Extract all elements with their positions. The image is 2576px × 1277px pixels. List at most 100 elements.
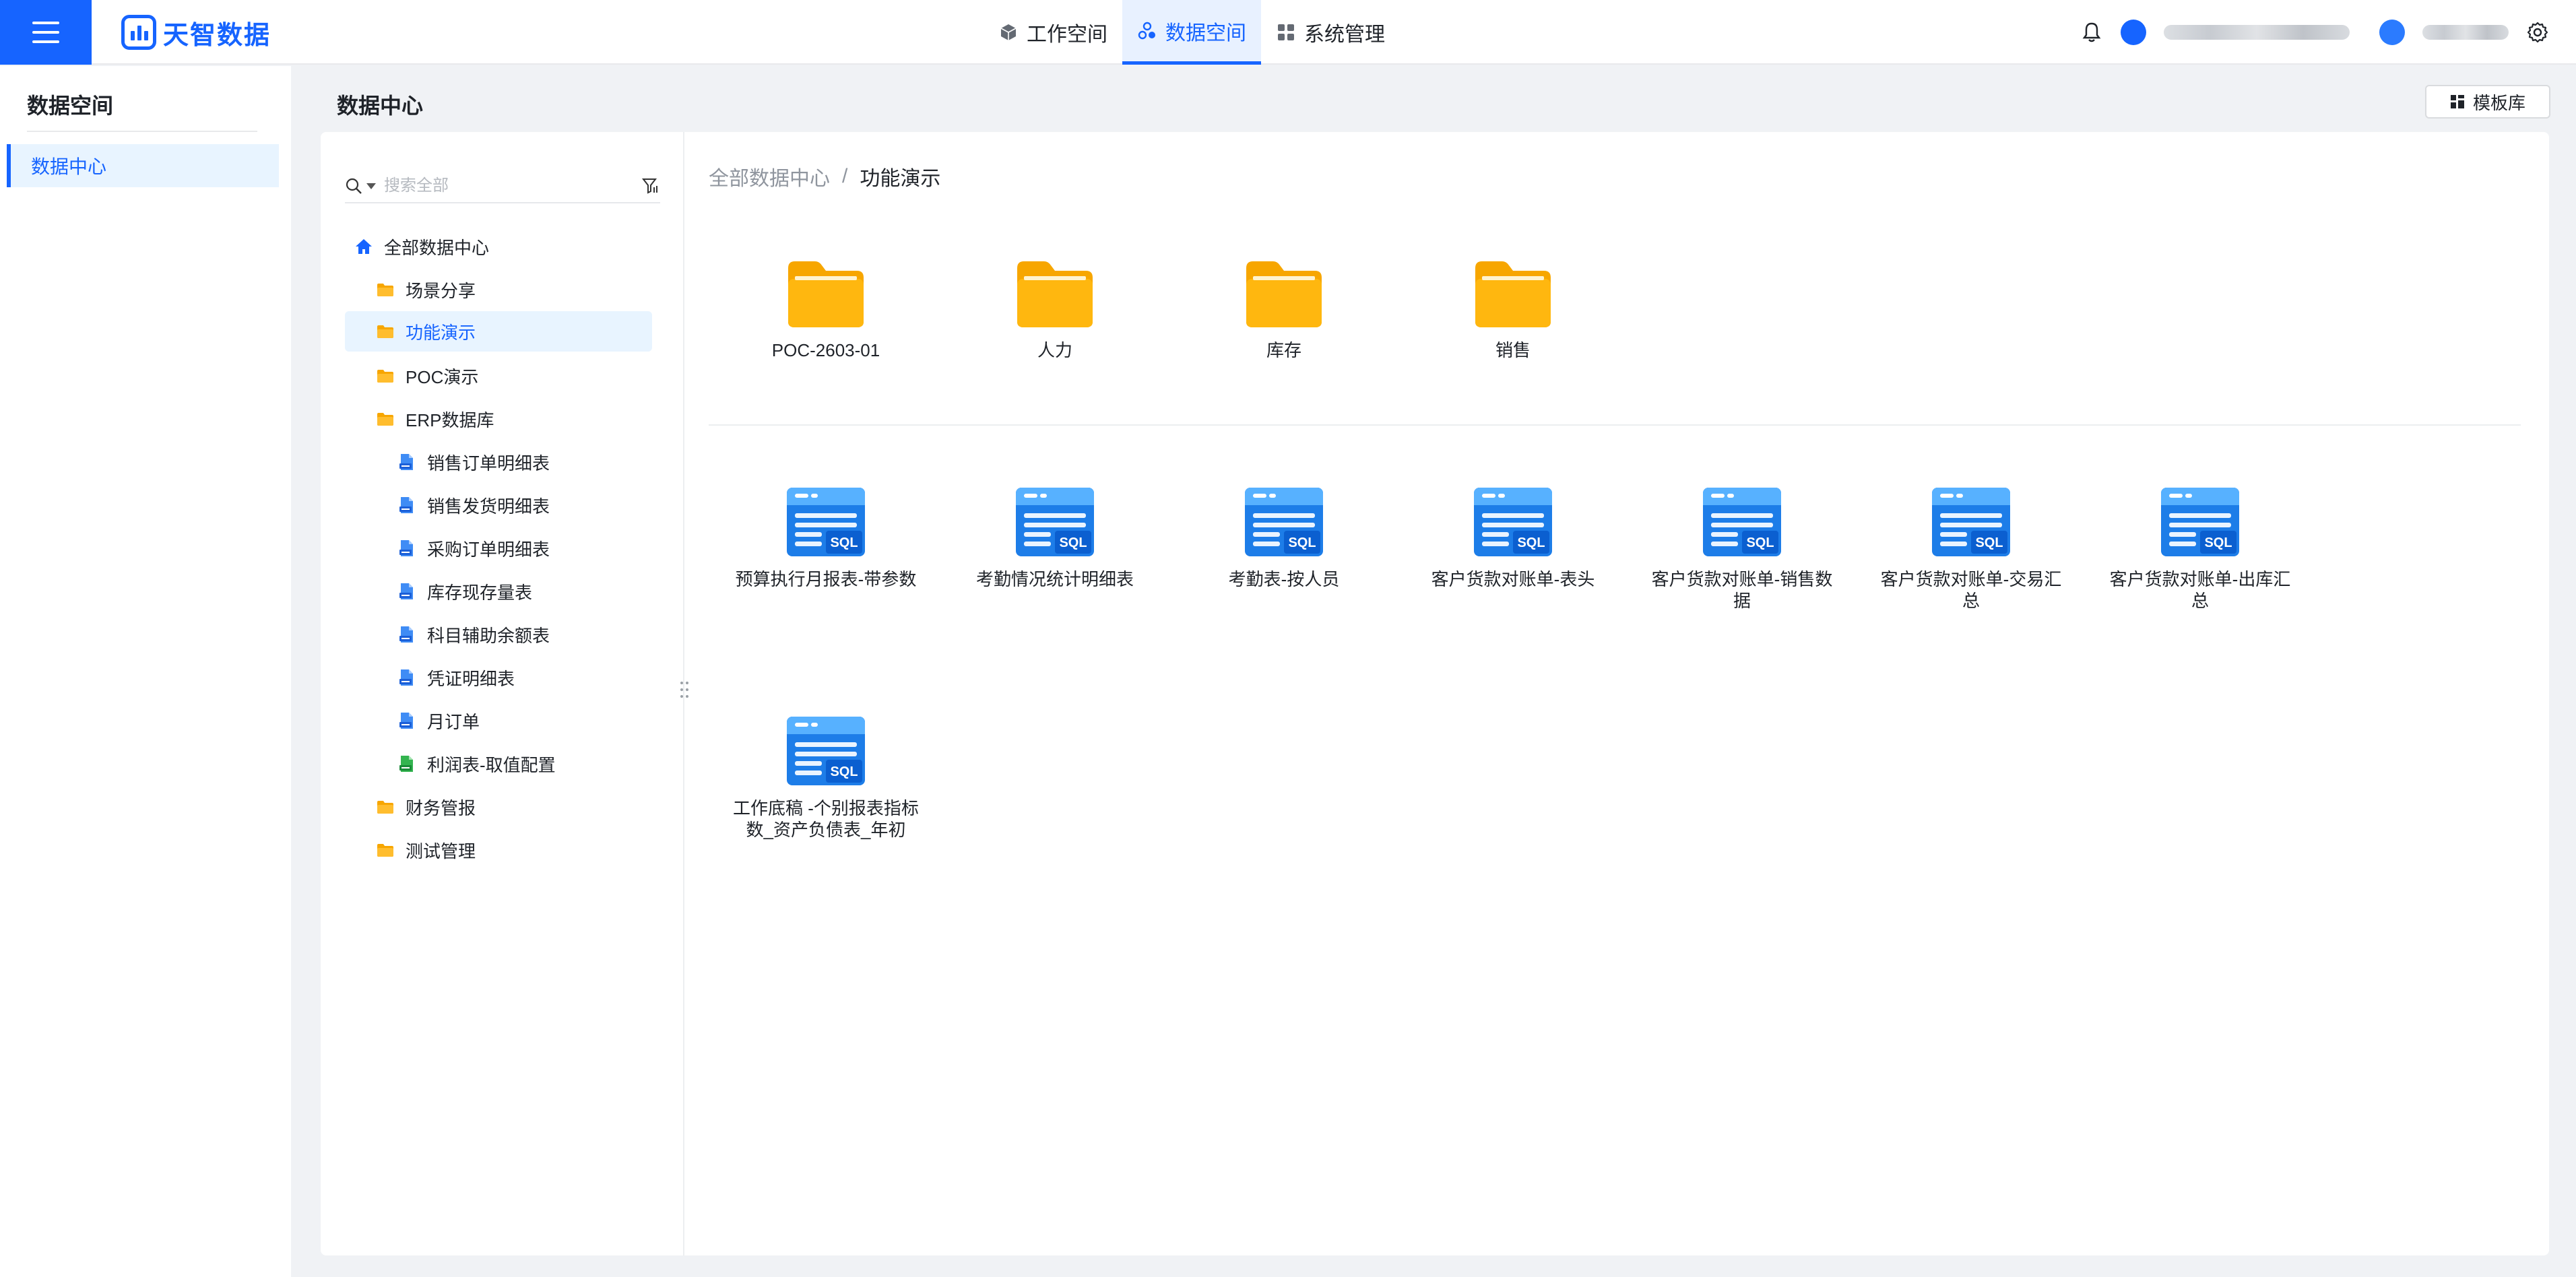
sql-dataset-icon: [1242, 485, 1326, 559]
menu-line: [32, 31, 59, 34]
folder-tile-label: 人力: [1037, 340, 1072, 360]
dataset-tile[interactable]: 客户货款对账单-出库汇总: [2099, 485, 2301, 612]
tree-dataset-item[interactable]: 销售订单明细表: [397, 442, 550, 482]
folder-tile[interactable]: POC-2603-01: [725, 256, 927, 361]
nav-tab-label: 数据空间: [1165, 22, 1246, 44]
tree-folder-erp-database[interactable]: ERP数据库: [376, 399, 494, 439]
search-icon[interactable]: [345, 177, 362, 195]
search-scope-dropdown-icon[interactable]: [366, 183, 376, 189]
sql-dataset-icon: [2158, 485, 2242, 559]
gear-icon[interactable]: [2526, 21, 2549, 44]
dataset-tile[interactable]: 考勤表-按人员: [1183, 485, 1385, 590]
nav-tab-dataspace[interactable]: 数据空间: [1122, 0, 1261, 65]
dataset-tile-label: 考勤情况统计明细表: [975, 569, 1134, 589]
hamburger-menu-button[interactable]: [0, 0, 92, 65]
nav-tab-workspace[interactable]: 工作空间: [984, 0, 1122, 65]
folder-tile-label: POC-2603-01: [771, 340, 880, 360]
tree-dataset-item[interactable]: 销售发货明细表: [397, 485, 550, 525]
tree-folder-poc-demo[interactable]: POC演示: [376, 356, 478, 396]
folder-icon: [1013, 256, 1097, 330]
dataset-tile-label: 客户货款对账单-表头: [1431, 569, 1595, 589]
folder-icon: [376, 841, 395, 859]
tree-label: 销售发货明细表: [427, 496, 550, 517]
tree-label: POC演示: [406, 366, 479, 387]
tree-label: 凭证明细表: [427, 668, 515, 689]
tree-label: 全部数据中心: [384, 237, 490, 258]
tree-search-input[interactable]: [384, 176, 633, 195]
excel-file-icon: [397, 754, 416, 773]
breadcrumb-root[interactable]: 全部数据中心: [709, 162, 830, 191]
tree-dataset-item[interactable]: 科目辅助余额表: [397, 614, 550, 655]
menu-line: [32, 40, 59, 43]
tree-dataset-item[interactable]: 月订单: [397, 700, 480, 741]
folder-tile[interactable]: 销售: [1412, 256, 1614, 361]
dataset-tile-label: 考勤表-按人员: [1228, 569, 1340, 589]
data-center-card: 全部数据中心 场景分享 功能演示 POC演示 ERP数据库 销售订单明细表 销售…: [321, 132, 2549, 1255]
tree-dataset-item[interactable]: 采购订单明细表: [397, 528, 550, 568]
tree-dataset-item[interactable]: 凭证明细表: [397, 657, 515, 698]
sidebar-item-data-center[interactable]: 数据中心: [7, 144, 279, 187]
sql-dataset-icon: [784, 485, 868, 559]
template-library-button[interactable]: 模板库: [2425, 85, 2550, 119]
tree-label: 场景分享: [406, 280, 476, 301]
sql-file-icon: [397, 582, 416, 601]
tree-dataset-item[interactable]: 库存现存量表: [397, 571, 532, 612]
dataset-tile-label: 客户货款对账单-交易汇总: [1880, 569, 2062, 611]
tree-label: 采购订单明细表: [427, 539, 550, 560]
pane-resize-handle-icon[interactable]: [678, 679, 691, 700]
dataset-tile[interactable]: 客户货款对账单-交易汇总: [1870, 485, 2072, 612]
dataset-tile[interactable]: 客户货款对账单-销售数据: [1641, 485, 1843, 612]
logo-icon: [121, 15, 156, 50]
dataset-tile[interactable]: 预算执行月报表-带参数: [725, 485, 927, 590]
folder-icon: [1242, 256, 1326, 330]
tree-dataset-item[interactable]: 利润表-取值配置: [397, 744, 556, 784]
tenant-name-redacted[interactable]: [2164, 25, 2350, 40]
user-avatar-icon[interactable]: [2379, 20, 2405, 45]
sql-file-icon: [397, 496, 416, 515]
dataset-tile[interactable]: 考勤情况统计明细表: [954, 485, 1156, 590]
tree-label: 财务管报: [406, 797, 476, 818]
dataset-tile-label: 客户货款对账单-销售数据: [1651, 569, 1833, 611]
user-name-redacted[interactable]: [2422, 25, 2509, 40]
tree-label: 科目辅助余额表: [427, 625, 550, 646]
tree-folder-test-management[interactable]: 测试管理: [376, 830, 476, 870]
tree-folder-feature-demo[interactable]: 功能演示: [345, 311, 652, 352]
top-header: 天智数据 工作空间 数据空间 系统管理: [0, 0, 2576, 65]
grid-apps-icon: [1278, 24, 1294, 40]
filter-icon[interactable]: [641, 176, 660, 195]
folder-tile-label: 库存: [1266, 340, 1301, 360]
folder-icon: [376, 322, 395, 341]
template-library-label: 模板库: [2472, 92, 2525, 113]
folder-tree-pane: 全部数据中心 场景分享 功能演示 POC演示 ERP数据库 销售订单明细表 销售…: [321, 132, 688, 1255]
tree-label: 销售订单明细表: [427, 453, 550, 473]
cube-icon: [1000, 24, 1017, 40]
sidebar-title: 数据空间: [27, 94, 114, 118]
tree-folder-scene-share[interactable]: 场景分享: [376, 269, 476, 310]
nav-tab-system[interactable]: 系统管理: [1261, 0, 1400, 65]
section-divider: [709, 424, 2521, 426]
breadcrumb: 全部数据中心 / 功能演示: [709, 162, 940, 191]
bell-icon[interactable]: [2080, 21, 2103, 44]
breadcrumb-separator: /: [842, 165, 848, 187]
tree-label: 测试管理: [406, 841, 476, 861]
sql-dataset-icon: [784, 714, 868, 788]
tree-search: [345, 170, 660, 203]
sidebar-divider: [27, 131, 257, 132]
tenant-avatar-icon[interactable]: [2121, 20, 2146, 45]
folder-icon: [784, 256, 868, 330]
folder-tile[interactable]: 库存: [1183, 256, 1385, 361]
tree-root-all-data-centers[interactable]: 全部数据中心: [354, 226, 489, 267]
sql-file-icon: [397, 711, 416, 730]
sql-file-icon: [397, 453, 416, 471]
sql-file-icon: [397, 539, 416, 558]
dataset-tile[interactable]: 客户货款对账单-表头: [1412, 485, 1614, 590]
folder-open-icon: [376, 410, 395, 428]
sql-dataset-icon: [1929, 485, 2013, 559]
app-logo[interactable]: 天智数据: [121, 15, 271, 50]
tree-folder-finance-report[interactable]: 财务管报: [376, 787, 476, 827]
folder-icon: [376, 797, 395, 816]
folder-tile[interactable]: 人力: [954, 256, 1156, 361]
folder-icon: [1471, 256, 1555, 330]
dataset-tile[interactable]: 工作底稿 -个别报表指标数_资产负债表_年初: [725, 714, 927, 841]
main-nav: 工作空间 数据空间 系统管理: [984, 0, 1400, 65]
